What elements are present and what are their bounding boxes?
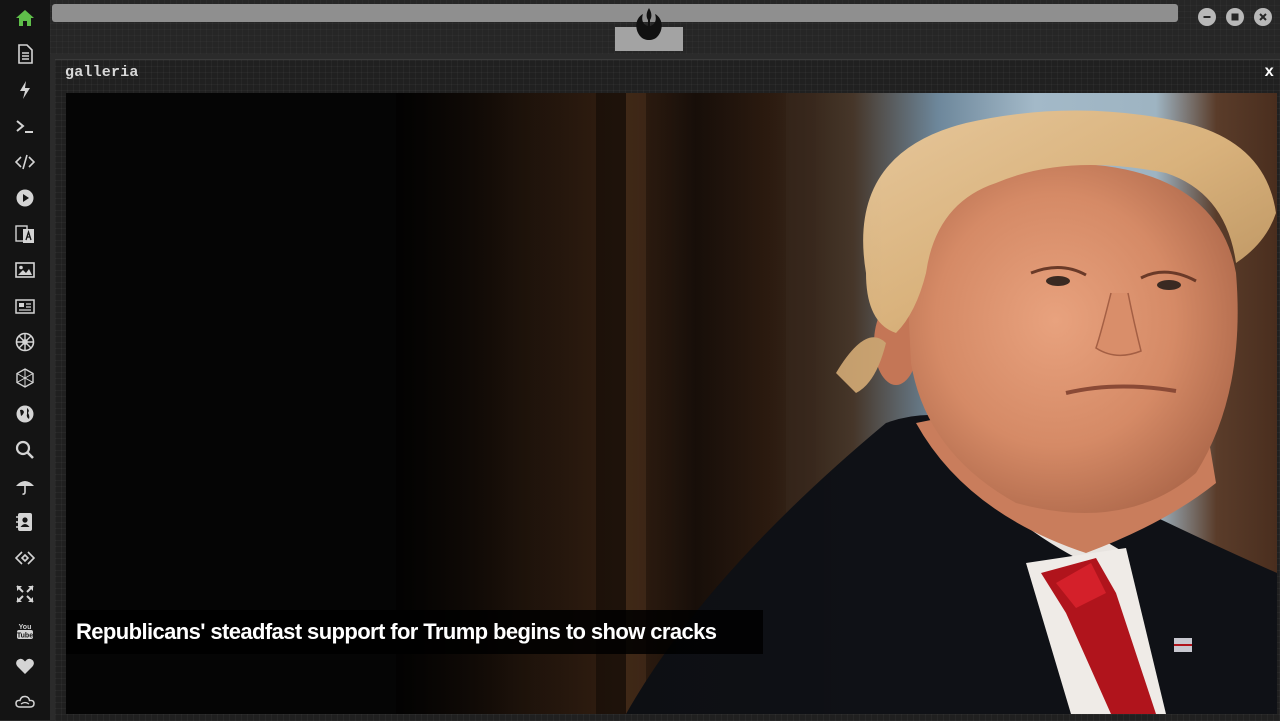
document-icon [18, 44, 33, 64]
address-bar[interactable] [52, 4, 1178, 22]
minimize-icon [1203, 16, 1211, 18]
contacts-icon [16, 513, 32, 531]
top-bar [50, 0, 1280, 54]
youtube-icon: You Tube [17, 624, 33, 640]
sidebar-item-cloud[interactable] [0, 684, 50, 720]
sidebar-item-code-diamond[interactable] [0, 540, 50, 576]
svg-text:Tube: Tube [17, 633, 33, 640]
play-icon [16, 189, 34, 207]
sidebar-item-search[interactable] [0, 432, 50, 468]
globe-icon [16, 405, 34, 423]
sidebar-item-umbrella[interactable] [0, 468, 50, 504]
sidebar-item-contacts[interactable] [0, 504, 50, 540]
umbrella-icon [16, 481, 34, 495]
sidebar-item-play[interactable] [0, 180, 50, 216]
sidebar-item-images[interactable] [0, 252, 50, 288]
image-icon [15, 262, 35, 278]
rebel-alliance-icon [636, 8, 662, 40]
sidebar-item-network[interactable] [0, 360, 50, 396]
close-icon [1259, 13, 1267, 21]
maximize-button[interactable] [1226, 8, 1244, 26]
code-diamond-icon [15, 551, 35, 565]
close-window-button[interactable] [1254, 8, 1272, 26]
sidebar-item-fullscreen[interactable] [0, 576, 50, 612]
empire-icon [15, 332, 35, 352]
sidebar-item-code[interactable] [0, 144, 50, 180]
translate-icon [15, 225, 34, 243]
hexagon-network-icon [16, 368, 34, 388]
code-icon [15, 154, 35, 170]
sidebar-item-home[interactable] [0, 0, 50, 36]
lightning-icon [20, 81, 30, 99]
sidebar-item-news[interactable] [0, 288, 50, 324]
svg-text:You: You [19, 624, 32, 631]
sidebar-item-youtube[interactable]: You Tube [0, 612, 50, 648]
panel-close-button[interactable]: x [1264, 63, 1274, 81]
sidebar-item-flash[interactable] [0, 72, 50, 108]
maximize-icon [1231, 13, 1239, 21]
minimize-button[interactable] [1198, 8, 1216, 26]
expand-icon [16, 585, 34, 603]
sidebar-item-globe[interactable] [0, 396, 50, 432]
panel-title: galleria [65, 64, 139, 81]
search-icon [15, 440, 34, 459]
caption-text: Republicans' steadfast support for Trump… [76, 619, 717, 644]
sidebar-item-translate[interactable] [0, 216, 50, 252]
cloud-link-icon [15, 695, 35, 708]
sidebar-item-empire[interactable] [0, 324, 50, 360]
sidebar: You Tube [0, 0, 50, 720]
sidebar-item-favorites[interactable] [0, 648, 50, 684]
terminal-icon [16, 120, 33, 133]
home-icon [16, 10, 34, 26]
gallery-viewer[interactable]: Republicans' steadfast support for Trump… [66, 93, 1277, 714]
heart-icon [16, 658, 34, 674]
sidebar-item-documents[interactable] [0, 36, 50, 72]
sidebar-item-terminal[interactable] [0, 108, 50, 144]
newspaper-icon [15, 299, 35, 314]
image-caption: Republicans' steadfast support for Trump… [66, 610, 763, 654]
